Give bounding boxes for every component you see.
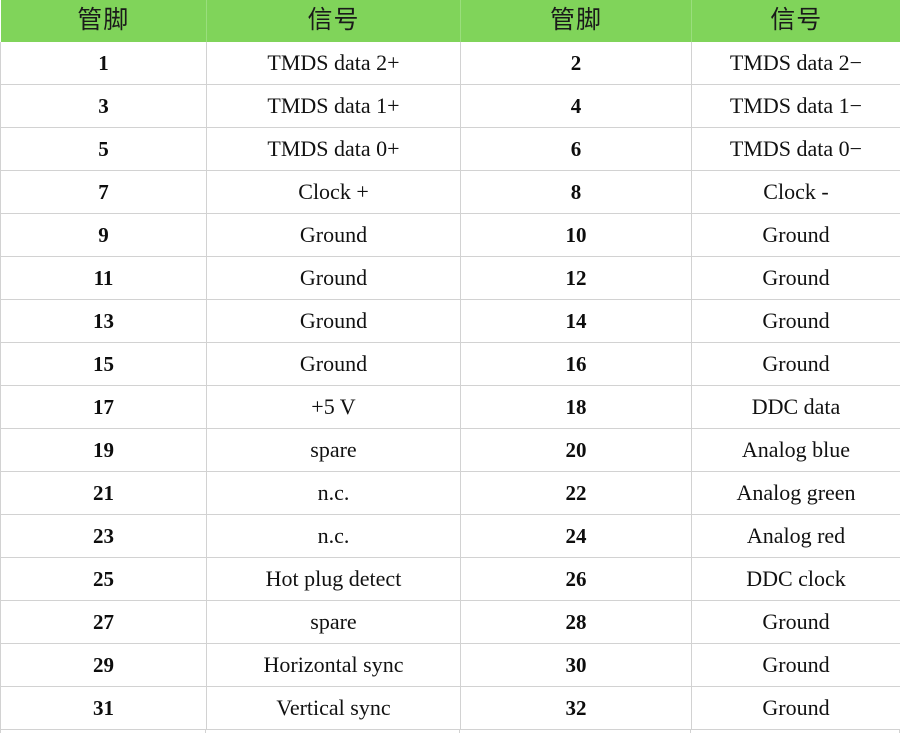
cell-pin-right: 20 (461, 429, 692, 472)
table-row: 23n.c.24Analog red (1, 515, 900, 558)
cell-signal-right: Ground (692, 601, 900, 644)
cell-signal-right: Analog green (692, 472, 900, 515)
column-header-signal-right: 信号 (692, 0, 900, 42)
cell-signal-left: Ground (207, 214, 461, 257)
cell-signal-right: Ground (692, 300, 900, 343)
table-row: 17+5 V18DDC data (1, 386, 900, 429)
cell-signal-right: TMDS data 0− (692, 128, 900, 171)
cell-pin-left: 3 (1, 85, 207, 128)
cell-pin-left: 29 (1, 644, 207, 687)
cell-pin-right: 8 (461, 171, 692, 214)
cell-pin-left: 19 (1, 429, 207, 472)
cell-pin-left: 1 (1, 42, 207, 85)
cell-pin-left: 5 (1, 128, 207, 171)
cell-signal-right: DDC data (692, 386, 900, 429)
cell-pin-right: 6 (461, 128, 692, 171)
cell-signal-right: TMDS data 2− (692, 42, 900, 85)
pinout-table: 管脚 信号 管脚 信号 1TMDS data 2+2TMDS data 2−3T… (0, 0, 900, 730)
cell-pin-right: 2 (461, 42, 692, 85)
cell-signal-left: TMDS data 2+ (207, 42, 461, 85)
table-row: 21n.c.22Analog green (1, 472, 900, 515)
table-body: 1TMDS data 2+2TMDS data 2−3TMDS data 1+4… (1, 42, 900, 730)
cell-signal-right: Clock - (692, 171, 900, 214)
cell-pin-right: 18 (461, 386, 692, 429)
cell-signal-right: Ground (692, 687, 900, 730)
cell-pin-left: 31 (1, 687, 207, 730)
cell-signal-left: Clock + (207, 171, 461, 214)
table-row: 25Hot plug detect26DDC clock (1, 558, 900, 601)
cell-pin-right: 16 (461, 343, 692, 386)
cell-signal-left: Horizontal sync (207, 644, 461, 687)
cell-pin-right: 4 (461, 85, 692, 128)
cell-pin-left: 17 (1, 386, 207, 429)
cell-pin-left: 9 (1, 214, 207, 257)
cell-signal-right: Ground (692, 214, 900, 257)
header-row: 管脚 信号 管脚 信号 (1, 0, 900, 42)
table-row: 3TMDS data 1+4TMDS data 1− (1, 85, 900, 128)
cell-pin-left: 11 (1, 257, 207, 300)
cell-pin-right: 22 (461, 472, 692, 515)
table-row: 7Clock +8Clock - (1, 171, 900, 214)
cell-pin-right: 26 (461, 558, 692, 601)
cell-signal-left: TMDS data 0+ (207, 128, 461, 171)
table-row: 5TMDS data 0+6TMDS data 0− (1, 128, 900, 171)
table-row: 15Ground16Ground (1, 343, 900, 386)
cell-pin-right: 32 (461, 687, 692, 730)
table-row: 1TMDS data 2+2TMDS data 2− (1, 42, 900, 85)
table-row: 13Ground14Ground (1, 300, 900, 343)
table-row: 27spare28Ground (1, 601, 900, 644)
column-header-pin-left: 管脚 (1, 0, 207, 42)
cell-signal-right: TMDS data 1− (692, 85, 900, 128)
cell-pin-right: 10 (461, 214, 692, 257)
cell-pin-left: 13 (1, 300, 207, 343)
table-row: 9Ground10Ground (1, 214, 900, 257)
cell-signal-left: Ground (207, 343, 461, 386)
cell-signal-left: n.c. (207, 515, 461, 558)
cell-signal-left: +5 V (207, 386, 461, 429)
cell-signal-right: Analog blue (692, 429, 900, 472)
cell-pin-left: 25 (1, 558, 207, 601)
cell-signal-right: Analog red (692, 515, 900, 558)
cell-signal-left: Ground (207, 300, 461, 343)
cell-signal-left: n.c. (207, 472, 461, 515)
cell-signal-right: DDC clock (692, 558, 900, 601)
column-header-pin-right: 管脚 (461, 0, 692, 42)
cell-signal-left: Vertical sync (207, 687, 461, 730)
cell-pin-left: 15 (1, 343, 207, 386)
cell-signal-left: spare (207, 429, 461, 472)
cell-signal-left: Ground (207, 257, 461, 300)
cell-signal-left: TMDS data 1+ (207, 85, 461, 128)
cell-pin-right: 14 (461, 300, 692, 343)
cell-signal-right: Ground (692, 257, 900, 300)
cell-pin-left: 27 (1, 601, 207, 644)
column-header-signal-left: 信号 (207, 0, 461, 42)
cell-pin-left: 7 (1, 171, 207, 214)
cell-pin-left: 21 (1, 472, 207, 515)
cell-pin-right: 28 (461, 601, 692, 644)
table-row: 31Vertical sync32Ground (1, 687, 900, 730)
cell-pin-right: 30 (461, 644, 692, 687)
cell-signal-left: spare (207, 601, 461, 644)
cell-pin-right: 12 (461, 257, 692, 300)
cell-signal-right: Ground (692, 343, 900, 386)
table-header: 管脚 信号 管脚 信号 (1, 0, 900, 42)
cell-pin-left: 23 (1, 515, 207, 558)
table-row: 19spare20Analog blue (1, 429, 900, 472)
cell-pin-right: 24 (461, 515, 692, 558)
table-row: 29Horizontal sync30Ground (1, 644, 900, 687)
cell-signal-right: Ground (692, 644, 900, 687)
cell-signal-left: Hot plug detect (207, 558, 461, 601)
table-row: 11Ground12Ground (1, 257, 900, 300)
